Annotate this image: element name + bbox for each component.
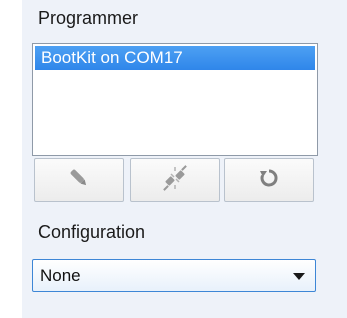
configuration-dropdown[interactable]: None: [32, 259, 316, 292]
refresh-button[interactable]: [224, 158, 314, 202]
configuration-label: Configuration: [38, 222, 146, 242]
chevron-down-icon: [293, 273, 305, 280]
programmer-list-item[interactable]: BootKit on COM17: [35, 46, 315, 70]
pen-icon: [67, 166, 91, 195]
plug-disconnect-icon: [161, 164, 189, 197]
refresh-icon: [258, 167, 280, 194]
programmer-list[interactable]: BootKit on COM17: [32, 43, 318, 156]
program-button[interactable]: [34, 158, 124, 202]
programmer-label: Programmer: [38, 8, 139, 28]
programmer-toolbar: [32, 158, 318, 206]
erase-button[interactable]: [130, 158, 220, 202]
configuration-value: None: [40, 266, 81, 285]
